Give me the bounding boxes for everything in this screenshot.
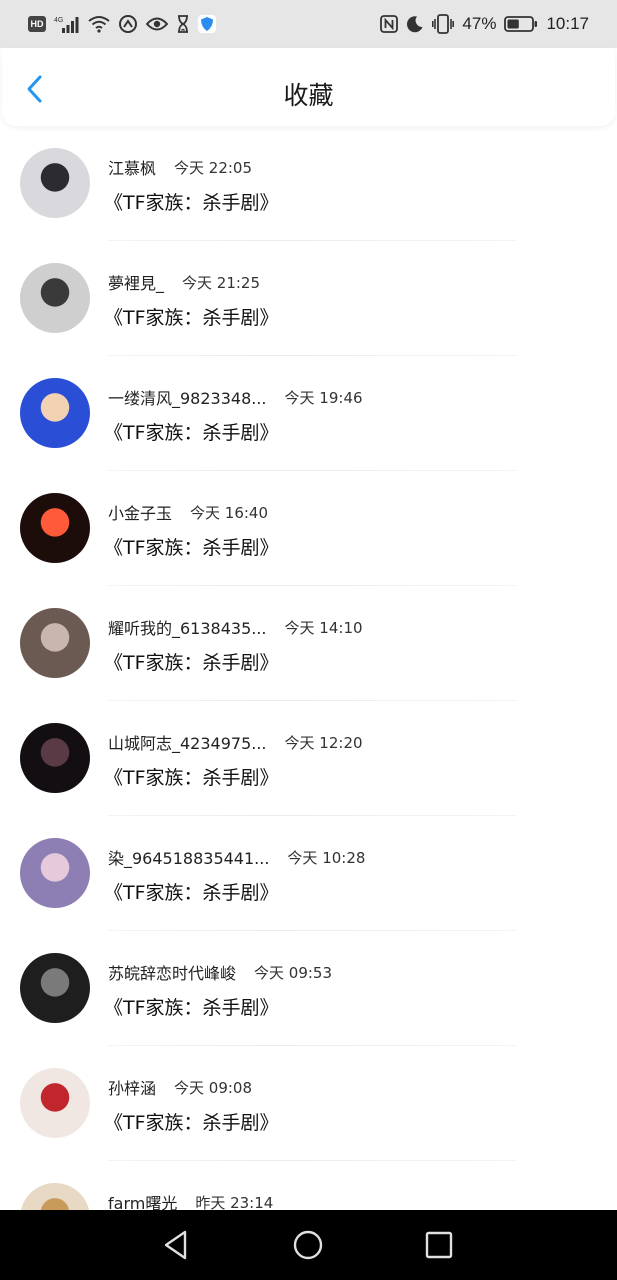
user-name[interactable]: 染_964518835441...: [108, 845, 269, 869]
user-name[interactable]: 江慕枫: [108, 155, 156, 179]
item-meta: 一缕清风_9823348... 今天 19:46: [108, 385, 363, 409]
avatar[interactable]: [20, 1068, 90, 1138]
avatar[interactable]: [20, 378, 90, 448]
avatar[interactable]: [20, 838, 90, 908]
eye-icon: [146, 14, 168, 34]
back-triangle-icon: [161, 1229, 191, 1261]
timestamp: 今天 12:20: [284, 733, 363, 752]
favorite-content[interactable]: 《TF家族：杀手剧》: [104, 648, 279, 675]
timestamp: 今天 09:08: [174, 1078, 253, 1097]
user-name[interactable]: 山城阿志_4234975...: [108, 730, 267, 754]
timestamp: 今天 16:40: [190, 503, 269, 522]
favorite-item[interactable]: 苏皖辞恋时代峰峻 今天 09:53 《TF家族：杀手剧》: [0, 931, 617, 1046]
favorite-content[interactable]: 《TF家族：杀手剧》: [104, 878, 279, 905]
user-name[interactable]: 夢裡見_: [108, 270, 164, 294]
favorite-item[interactable]: 一缕清风_9823348... 今天 19:46 《TF家族：杀手剧》: [0, 356, 617, 471]
item-meta: 耀听我的_6138435... 今天 14:10: [108, 615, 363, 639]
avatar[interactable]: [20, 148, 90, 218]
nav-back-button[interactable]: [158, 1227, 194, 1263]
recents-square-icon: [424, 1230, 454, 1260]
item-meta: 孙梓涵 今天 09:08: [108, 1075, 253, 1099]
hd-icon: HD: [28, 14, 46, 34]
favorite-content[interactable]: 《TF家族：杀手剧》: [104, 763, 279, 790]
timestamp: 今天 10:28: [287, 848, 366, 867]
item-meta: 山城阿志_4234975... 今天 12:20: [108, 730, 363, 754]
favorite-item[interactable]: 小金子玉 今天 16:40 《TF家族：杀手剧》: [0, 471, 617, 586]
hd-label: HD: [28, 16, 46, 32]
timestamp: 今天 22:05: [174, 158, 253, 177]
timestamp: 今天 21:25: [182, 273, 261, 292]
user-name[interactable]: 苏皖辞恋时代峰峻: [108, 960, 236, 984]
user-name[interactable]: 耀听我的_6138435...: [108, 615, 267, 639]
favorite-content[interactable]: 《TF家族：杀手剧》: [104, 1108, 279, 1135]
status-bar-right: 47% 10:17: [380, 13, 589, 35]
favorite-item[interactable]: farm曙光 昨天 23:14: [0, 1161, 617, 1210]
battery-percent: 47%: [462, 14, 497, 33]
speed-icon: [118, 14, 138, 34]
signal-4g-icon: 4G: [54, 14, 80, 34]
avatar[interactable]: [20, 723, 90, 793]
timestamp: 今天 19:46: [284, 388, 363, 407]
system-nav-bar: [0, 1210, 617, 1280]
item-meta: 夢裡見_ 今天 21:25: [108, 270, 261, 294]
nav-recents-button[interactable]: [421, 1227, 457, 1263]
item-meta: 小金子玉 今天 16:40: [108, 500, 269, 524]
user-name[interactable]: 小金子玉: [108, 500, 172, 524]
favorites-list[interactable]: 江慕枫 今天 22:05 《TF家族：杀手剧》 夢裡見_ 今天 21:25 《TF家族：杀…: [0, 126, 617, 1210]
favorite-content[interactable]: 《TF家族：杀手剧》: [104, 418, 279, 445]
user-name[interactable]: 孙梓涵: [108, 1075, 156, 1099]
clock: 10:17: [546, 14, 589, 33]
battery-icon: [504, 14, 538, 34]
avatar[interactable]: [20, 263, 90, 333]
favorite-item[interactable]: 耀听我的_6138435... 今天 14:10 《TF家族：杀手剧》: [0, 586, 617, 701]
favorite-content[interactable]: 《TF家族：杀手剧》: [104, 993, 279, 1020]
favorite-item[interactable]: 山城阿志_4234975... 今天 12:20 《TF家族：杀手剧》: [0, 701, 617, 816]
item-meta: farm曙光 昨天 23:14: [108, 1190, 274, 1211]
vibrate-icon: [432, 14, 455, 34]
network-label: 4G: [54, 17, 63, 24]
avatar[interactable]: [20, 608, 90, 678]
item-meta: 苏皖辞恋时代峰峻 今天 09:53: [108, 960, 333, 984]
avatar[interactable]: [20, 953, 90, 1023]
user-name[interactable]: 一缕清风_9823348...: [108, 385, 267, 409]
timestamp: 今天 09:53: [254, 963, 333, 982]
user-name[interactable]: farm曙光: [108, 1190, 177, 1210]
nav-home-button[interactable]: [290, 1227, 326, 1263]
item-meta: 染_964518835441... 今天 10:28: [108, 845, 366, 869]
favorite-item[interactable]: 江慕枫 今天 22:05 《TF家族：杀手剧》: [0, 126, 617, 241]
wifi-icon: [88, 14, 110, 34]
timestamp: 今天 14:10: [284, 618, 363, 637]
moon-icon: [406, 14, 424, 34]
avatar[interactable]: [20, 493, 90, 563]
page-title: 收藏: [283, 81, 334, 110]
nfc-icon: [380, 14, 399, 34]
favorite-item[interactable]: 孙梓涵 今天 09:08 《TF家族：杀手剧》: [0, 1046, 617, 1161]
item-meta: 江慕枫 今天 22:05: [108, 155, 253, 179]
status-bar-left: HD 4G: [28, 13, 216, 35]
avatar[interactable]: [20, 1183, 90, 1210]
home-circle-icon: [292, 1229, 324, 1261]
favorite-content[interactable]: 《TF家族：杀手剧》: [104, 533, 279, 560]
favorite-item[interactable]: 夢裡見_ 今天 21:25 《TF家族：杀手剧》: [0, 241, 617, 356]
shield-app-icon: [198, 14, 216, 34]
hourglass-icon: [176, 14, 190, 34]
status-bar: HD 4G 47% 10:17: [0, 0, 617, 48]
favorite-content[interactable]: 《TF家族：杀手剧》: [104, 303, 279, 330]
timestamp: 昨天 23:14: [195, 1193, 274, 1211]
header: 收藏: [2, 48, 615, 126]
favorite-content[interactable]: 《TF家族：杀手剧》: [104, 188, 279, 215]
favorite-item[interactable]: 染_964518835441... 今天 10:28 《TF家族：杀手剧》: [0, 816, 617, 931]
